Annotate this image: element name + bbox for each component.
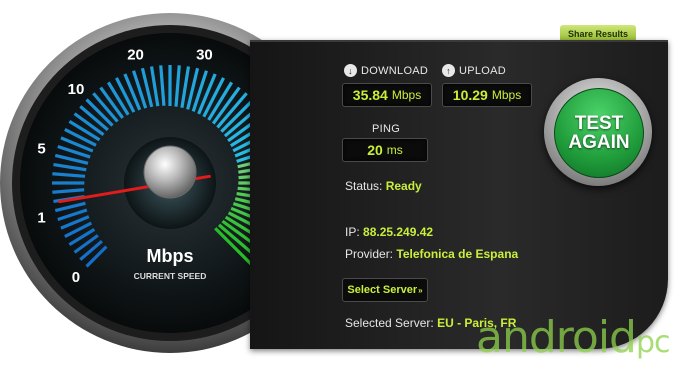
- ip-label: IP:: [345, 225, 360, 239]
- gauge-tick-label: 0: [72, 269, 80, 286]
- selected-server-label: Selected Server:: [345, 316, 434, 330]
- upload-value: 10.29: [452, 87, 488, 103]
- gauge-tick-label: 30: [196, 47, 213, 64]
- upload-value-box: 10.29 Mbps: [442, 83, 532, 107]
- select-server-label: Select Server: [347, 284, 418, 296]
- download-arrow-icon: ↓: [344, 64, 357, 77]
- watermark-suffix: pc: [635, 325, 671, 360]
- provider-label: Provider:: [345, 247, 394, 261]
- status-value: Ready: [385, 179, 422, 193]
- provider-line: Provider: Telefonica de Espana: [345, 247, 518, 261]
- gauge-tick-label: 1: [37, 209, 45, 226]
- gauge-tick-label: 20: [127, 47, 144, 64]
- ping-label: PING: [372, 123, 401, 135]
- watermark-logo: androidpc: [476, 312, 671, 363]
- ping-unit: ms: [386, 143, 403, 157]
- watermark-main: android: [476, 312, 637, 363]
- select-server-button[interactable]: Select Server »: [342, 278, 428, 302]
- download-value-box: 35.84 Mbps: [342, 83, 432, 107]
- test-again-line2: AGAIN: [568, 132, 630, 153]
- status-line: Status: Ready: [345, 179, 422, 193]
- gauge-tick-label: 10: [68, 81, 85, 98]
- upload-label: ↑ UPLOAD: [442, 64, 506, 77]
- download-label: ↓ DOWNLOAD: [344, 64, 428, 77]
- ip-value: 88.25.249.42: [363, 225, 434, 239]
- download-unit: Mbps: [391, 88, 422, 102]
- download-value: 35.84: [352, 87, 388, 103]
- gauge-hub: [143, 145, 197, 199]
- chevron-down-icon: »: [418, 285, 423, 295]
- test-again-line1: TEST: [574, 113, 624, 134]
- upload-arrow-icon: ↑: [442, 64, 455, 77]
- status-label: Status:: [345, 179, 383, 193]
- ping-value: 20: [367, 142, 383, 158]
- ping-value-box: 20 ms: [342, 138, 428, 162]
- test-again-button[interactable]: TEST AGAIN: [544, 78, 652, 186]
- gauge-unit: Mbps: [147, 246, 194, 266]
- provider-value: Telefonica de Espana: [396, 247, 519, 261]
- upload-unit: Mbps: [491, 88, 522, 102]
- ip-line: IP: 88.25.249.42: [345, 225, 433, 239]
- gauge-tick-label: 5: [37, 141, 45, 158]
- gauge-caption: CURRENT SPEED: [134, 271, 207, 281]
